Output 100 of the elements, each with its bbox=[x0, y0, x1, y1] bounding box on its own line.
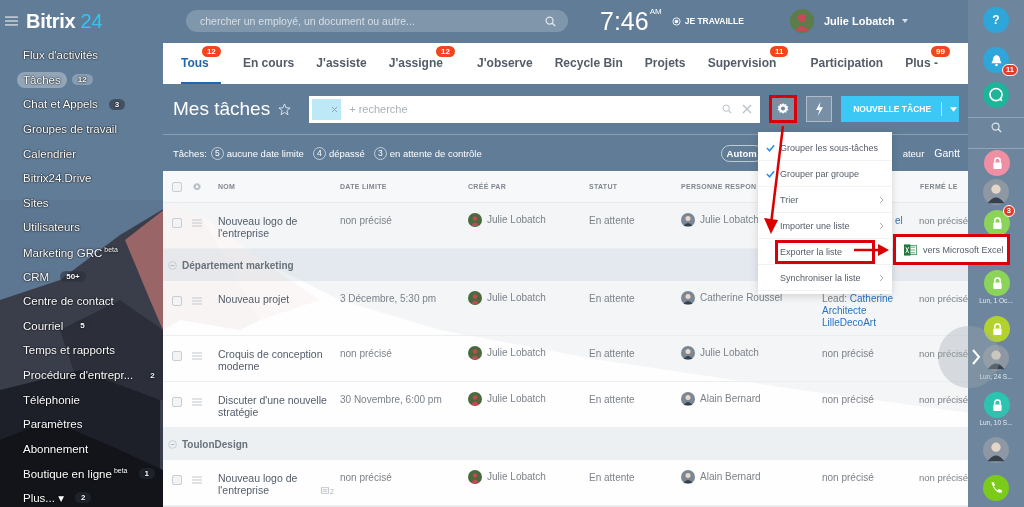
menu-icon[interactable] bbox=[192, 219, 202, 227]
task-title[interactable]: Nouveau projet bbox=[218, 293, 290, 305]
menu-item[interactable]: Exporter la liste bbox=[775, 239, 875, 264]
menu-icon[interactable] bbox=[192, 297, 202, 305]
crm-link[interactable]: Lead: Catherine Architecte LilleDecoArt bbox=[822, 293, 914, 329]
phone-icon[interactable] bbox=[983, 475, 1009, 501]
star-icon[interactable] bbox=[278, 102, 292, 116]
menu-item[interactable]: vers Microsoft Excel bbox=[923, 244, 1004, 255]
settings-button[interactable] bbox=[769, 95, 798, 123]
sidebar-item[interactable]: Groupes de travail bbox=[17, 121, 123, 138]
chat-icon[interactable] bbox=[983, 82, 1009, 108]
tab[interactable]: Tous 12 bbox=[181, 43, 221, 84]
menu-item[interactable]: Grouper par groupe bbox=[775, 161, 892, 186]
checkbox[interactable] bbox=[172, 218, 182, 228]
person-name[interactable]: Julie Lobatch bbox=[487, 471, 546, 483]
sidebar-item[interactable]: Tâches bbox=[17, 71, 67, 88]
counter-link[interactable]: 4 dépassé bbox=[312, 146, 365, 160]
sidebar-item[interactable]: Téléphonie bbox=[17, 391, 86, 408]
task-title[interactable]: Nouveau logo de l'entreprise bbox=[218, 472, 320, 496]
group-title: Département marketing bbox=[182, 259, 294, 271]
checkbox[interactable] bbox=[172, 397, 182, 407]
help-button[interactable]: ? bbox=[983, 7, 1009, 33]
avatar-icon[interactable] bbox=[983, 437, 1009, 463]
filter-field[interactable]: + recherche bbox=[309, 95, 761, 123]
person-name[interactable]: Julie Lobatch bbox=[487, 347, 546, 359]
lock-icon bbox=[991, 276, 1003, 290]
menu-icon[interactable] bbox=[192, 352, 202, 360]
person-name[interactable]: Alain Bernard bbox=[700, 393, 761, 405]
tab[interactable]: Participation bbox=[810, 43, 884, 84]
group-title: ToulonDesign bbox=[182, 438, 248, 450]
checkbox[interactable] bbox=[172, 296, 182, 306]
logo[interactable]: Bitrix 24 bbox=[26, 9, 103, 33]
sidebar-item[interactable]: Marketing GRC $^{beta}$ bbox=[17, 243, 124, 261]
counter-link[interactable]: 3 en attente de contrôle bbox=[373, 146, 482, 160]
sidebar-item[interactable]: Calendrier bbox=[17, 145, 83, 162]
checkbox[interactable] bbox=[172, 475, 182, 485]
menu-item[interactable]: Importer une liste bbox=[775, 213, 879, 238]
sidebar-item[interactable]: Paramètres bbox=[17, 416, 89, 433]
person-name[interactable]: Alain Bernard bbox=[700, 471, 761, 483]
menu-icon[interactable] bbox=[5, 16, 18, 26]
person-name[interactable]: Julie Lobatch bbox=[700, 214, 759, 226]
person-name[interactable]: Catherine Roussel bbox=[700, 292, 783, 304]
task-title[interactable]: Nouveau logo de l'entreprise bbox=[218, 215, 334, 239]
person-name[interactable]: Julie Lobatch bbox=[700, 347, 759, 359]
menu-item[interactable]: Synchroniser la liste bbox=[775, 265, 879, 290]
close-icon[interactable] bbox=[332, 106, 338, 112]
checkbox[interactable] bbox=[172, 351, 182, 361]
person-name[interactable]: Julie Lobatch bbox=[487, 393, 546, 405]
flash-button[interactable] bbox=[806, 96, 833, 122]
tab[interactable]: J'assiste bbox=[316, 43, 367, 84]
search-icon[interactable] bbox=[990, 122, 1002, 133]
tab[interactable]: Supervision 11 bbox=[707, 43, 789, 84]
caret-icon[interactable] bbox=[950, 106, 958, 112]
search-icon[interactable] bbox=[722, 104, 733, 114]
person-name[interactable]: Julie Lobatch bbox=[487, 292, 546, 304]
view-link[interactable]: ateur bbox=[902, 147, 925, 159]
collapse-icon[interactable] bbox=[168, 439, 177, 449]
radio-icon[interactable] bbox=[671, 16, 681, 26]
pointer-arrow bbox=[854, 244, 890, 256]
count-badge: 12 bbox=[71, 74, 93, 86]
caret-icon[interactable] bbox=[901, 19, 908, 23]
collapse-icon[interactable] bbox=[168, 260, 177, 270]
sidebar-item[interactable]: Chat et Appels bbox=[17, 96, 104, 113]
sidebar-item[interactable]: Plus... ▾ bbox=[17, 489, 70, 507]
sidebar-item[interactable]: Boutique en ligne $^{beta}$ bbox=[17, 464, 134, 482]
checkbox[interactable] bbox=[172, 181, 182, 192]
task-title[interactable]: Croquis de conception moderne bbox=[218, 348, 334, 372]
tab[interactable]: En cours bbox=[242, 43, 295, 84]
tab[interactable]: Recycle Bin bbox=[554, 43, 623, 84]
tab[interactable]: J'observe bbox=[477, 43, 533, 84]
search-icon[interactable] bbox=[545, 15, 556, 27]
table-cell: non précisé bbox=[822, 348, 874, 359]
sidebar-item[interactable]: Centre de contact bbox=[17, 293, 120, 310]
filter-chip[interactable] bbox=[312, 98, 342, 120]
tab[interactable]: Projets bbox=[644, 43, 686, 84]
counter-link[interactable]: 5 aucune date limite bbox=[210, 146, 304, 160]
tab[interactable]: Plus - 99 bbox=[905, 43, 950, 84]
tab[interactable]: J'assigne 12 bbox=[388, 43, 455, 84]
sidebar-item[interactable]: Courriel bbox=[17, 317, 70, 334]
sidebar-item[interactable]: Sites bbox=[17, 194, 55, 211]
settings-icon[interactable] bbox=[192, 181, 202, 192]
person-name[interactable]: Julie Lobatch bbox=[487, 214, 546, 226]
menu-icon[interactable] bbox=[192, 476, 202, 484]
work-status[interactable]: JE TRAVAILLE bbox=[684, 16, 744, 26]
menu-icon[interactable] bbox=[192, 398, 202, 406]
close-icon[interactable] bbox=[742, 104, 753, 114]
sidebar-item[interactable]: Procédure d'entrepr... bbox=[17, 367, 140, 383]
sidebar-item[interactable]: Flux d'activités bbox=[17, 47, 105, 64]
avatar-icon[interactable] bbox=[983, 179, 1009, 205]
view-link[interactable]: Gantt bbox=[934, 147, 960, 159]
sidebar-item[interactable]: CRM bbox=[17, 268, 56, 285]
sidebar-item[interactable]: Bitrix24.Drive bbox=[17, 170, 98, 187]
sidebar-item[interactable]: Utilisateurs bbox=[17, 219, 86, 236]
menu-item[interactable]: Grouper les sous-tâches bbox=[775, 135, 892, 160]
sidebar-item[interactable]: Abonnement bbox=[17, 440, 95, 457]
menu-item[interactable]: Trier bbox=[775, 187, 879, 212]
avatar-icon[interactable] bbox=[983, 345, 1009, 371]
user-name[interactable]: Julie Lobatch bbox=[823, 15, 895, 27]
task-title[interactable]: Discuter d'une nouvelle stratégie bbox=[218, 394, 334, 418]
sidebar-item[interactable]: Temps et rapports bbox=[17, 342, 122, 359]
